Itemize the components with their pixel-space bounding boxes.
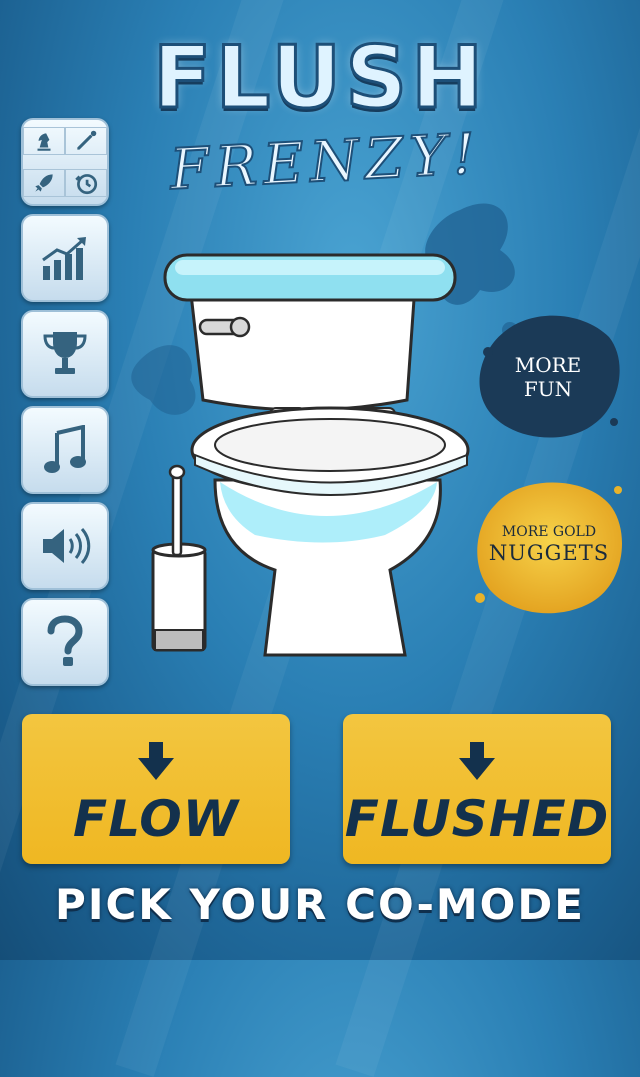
more-fun-line1: MORE: [514, 353, 582, 377]
music-note-icon: [44, 425, 86, 473]
timer-icon[interactable]: [65, 169, 107, 197]
down-arrow-icon: [459, 742, 495, 780]
music-toggle-button[interactable]: [21, 406, 109, 494]
bat-ball-icon[interactable]: [65, 127, 107, 155]
flow-mode-label: FLOW: [73, 790, 239, 848]
mode-select-grid[interactable]: [21, 118, 109, 206]
toilet-illustration: [151, 253, 470, 657]
game-title: FLUSH: [151, 27, 488, 130]
question-mark-icon: [47, 615, 83, 666]
stats-button[interactable]: [21, 214, 109, 302]
achievements-button[interactable]: [21, 310, 109, 398]
more-fun-line2: FUN: [523, 377, 573, 401]
rocket-icon[interactable]: [23, 169, 65, 197]
more-fun-button[interactable]: MORE FUN: [474, 312, 622, 442]
down-arrow-icon: [138, 742, 174, 780]
trophy-icon: [43, 332, 87, 374]
speaker-icon: [43, 527, 91, 565]
sound-toggle-button[interactable]: [21, 502, 109, 590]
pick-mode-caption: PICK YOUR CO-MODE: [55, 880, 585, 929]
more-gold-nuggets-button[interactable]: MORE GOLD NUGGETS: [470, 470, 628, 620]
flushed-mode-button[interactable]: FLUSHED: [343, 714, 611, 864]
more-gold-line2: NUGGETS: [488, 540, 610, 565]
more-gold-line1: MORE GOLD: [501, 524, 597, 540]
chess-knight-icon[interactable]: [23, 127, 65, 155]
flow-mode-button[interactable]: FLOW: [22, 714, 290, 864]
flushed-mode-label: FLUSHED: [344, 790, 610, 848]
help-button[interactable]: [21, 598, 109, 686]
stats-chart-icon: [42, 237, 86, 280]
